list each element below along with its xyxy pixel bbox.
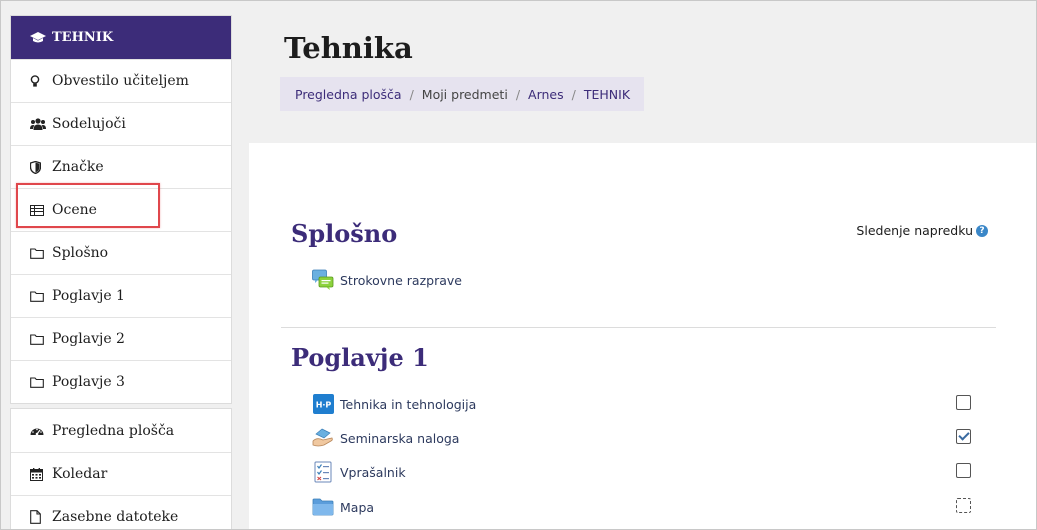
help-icon[interactable]: ? xyxy=(976,224,988,237)
breadcrumb-separator: / xyxy=(409,86,414,102)
section-divider xyxy=(281,327,996,328)
sidebar-item-label: Poglavje 3 xyxy=(52,374,125,390)
progress-tracking-text: Sledenje napredku xyxy=(856,223,973,238)
assignment-icon xyxy=(312,427,334,449)
sidebar-item-section-3[interactable]: Poglavje 3 xyxy=(11,360,231,403)
sidebar: TEHNIK Obvestilo učiteljem Sodelujoči Zn… xyxy=(10,15,232,529)
activity-folder[interactable]: Mapa xyxy=(312,495,374,519)
folder-icon xyxy=(30,333,52,345)
sidebar-item-private-files[interactable]: Zasebne datoteke xyxy=(11,495,231,529)
site-nav-group: Pregledna plošča Koledar Zasebne datotek… xyxy=(10,408,232,529)
section-title-chapter-1: Poglavje 1 xyxy=(291,343,429,372)
sidebar-item-label: Pregledna plošča xyxy=(52,422,175,439)
sidebar-item-label: Poglavje 2 xyxy=(52,331,125,347)
sidebar-item-label: Zasebne datoteke xyxy=(52,509,179,525)
sidebar-item-section-1[interactable]: Poglavje 1 xyxy=(11,274,231,317)
folder-icon xyxy=(30,290,52,302)
breadcrumb-separator: / xyxy=(571,86,576,102)
users-icon xyxy=(30,118,52,130)
sidebar-item-label: Poglavje 1 xyxy=(52,288,125,304)
sidebar-item-calendar[interactable]: Koledar xyxy=(11,452,231,495)
quiz-icon xyxy=(312,461,334,483)
folder-icon xyxy=(30,376,52,388)
activity-label: Mapa xyxy=(340,499,375,515)
breadcrumb-course[interactable]: TEHNIK xyxy=(584,87,630,102)
file-icon xyxy=(30,510,52,524)
course-content: Splošno Sledenje napredku ? Strokovne ra… xyxy=(249,143,1036,529)
sidebar-item-section-general[interactable]: Splošno xyxy=(11,231,231,274)
activity-label: Vprašalnik xyxy=(340,464,406,480)
page-title: Tehnika xyxy=(284,31,413,65)
folder-icon xyxy=(312,496,334,518)
graduation-cap-icon xyxy=(30,31,52,44)
calendar-icon xyxy=(30,467,52,481)
activity-label: Tehnika in tehnologija xyxy=(340,396,477,412)
table-icon xyxy=(30,204,52,216)
sidebar-item-label: Obvestilo učiteljem xyxy=(52,73,189,89)
shield-icon xyxy=(30,160,52,174)
breadcrumb-separator: / xyxy=(515,86,521,102)
activity-label: Strokovne razprave xyxy=(340,272,462,288)
section-title-general: Splošno xyxy=(291,219,398,248)
sidebar-item-label: Značke xyxy=(52,159,104,175)
completion-checkbox-manual[interactable] xyxy=(956,498,971,513)
breadcrumb: Pregledna plošča / Moji predmeti / Arnes… xyxy=(280,77,645,111)
sidebar-item-participants[interactable]: Sodelujoči xyxy=(11,102,231,145)
completion-checkbox-checked[interactable] xyxy=(956,429,971,444)
app-window: TEHNIK Obvestilo učiteljem Sodelujoči Zn… xyxy=(1,1,1036,529)
activity-quiz[interactable]: Vprašalnik xyxy=(312,460,406,484)
breadcrumb-dashboard[interactable]: Pregledna plošča xyxy=(295,87,402,102)
h5p-icon: H·P xyxy=(312,393,334,415)
sidebar-item-course[interactable]: TEHNIK xyxy=(11,16,231,59)
course-nav-group: TEHNIK Obvestilo učiteljem Sodelujoči Zn… xyxy=(10,15,232,404)
svg-text:H·P: H·P xyxy=(315,401,331,410)
lightbulb-icon xyxy=(30,74,52,88)
sidebar-item-label: Ocene xyxy=(52,202,97,218)
sidebar-item-badges[interactable]: Značke xyxy=(11,145,231,188)
breadcrumb-my-courses[interactable]: Moji predmeti xyxy=(422,87,508,102)
sidebar-item-obvestilo[interactable]: Obvestilo učiteljem xyxy=(11,59,231,102)
sidebar-item-label: TEHNIK xyxy=(52,30,114,45)
folder-icon xyxy=(30,247,52,259)
dashboard-icon xyxy=(30,425,52,436)
activity-assignment[interactable]: Seminarska naloga xyxy=(312,426,459,450)
activity-h5p[interactable]: H·P Tehnika in tehnologija xyxy=(312,392,476,416)
forum-icon xyxy=(312,269,334,291)
breadcrumb-category[interactable]: Arnes xyxy=(528,87,564,102)
sidebar-item-label: Koledar xyxy=(52,466,108,482)
completion-checkbox[interactable] xyxy=(956,463,971,478)
sidebar-item-label: Splošno xyxy=(52,245,109,261)
activity-label: Seminarska naloga xyxy=(340,430,460,446)
completion-checkbox[interactable] xyxy=(956,395,971,410)
sidebar-item-label: Sodelujoči xyxy=(52,116,126,132)
sidebar-item-section-2[interactable]: Poglavje 2 xyxy=(11,317,231,360)
sidebar-item-dashboard[interactable]: Pregledna plošča xyxy=(11,409,231,452)
sidebar-item-grades[interactable]: Ocene xyxy=(11,188,231,231)
activity-forum[interactable]: Strokovne razprave xyxy=(312,268,462,292)
progress-tracking-label: Sledenje napredku ? xyxy=(856,223,988,238)
